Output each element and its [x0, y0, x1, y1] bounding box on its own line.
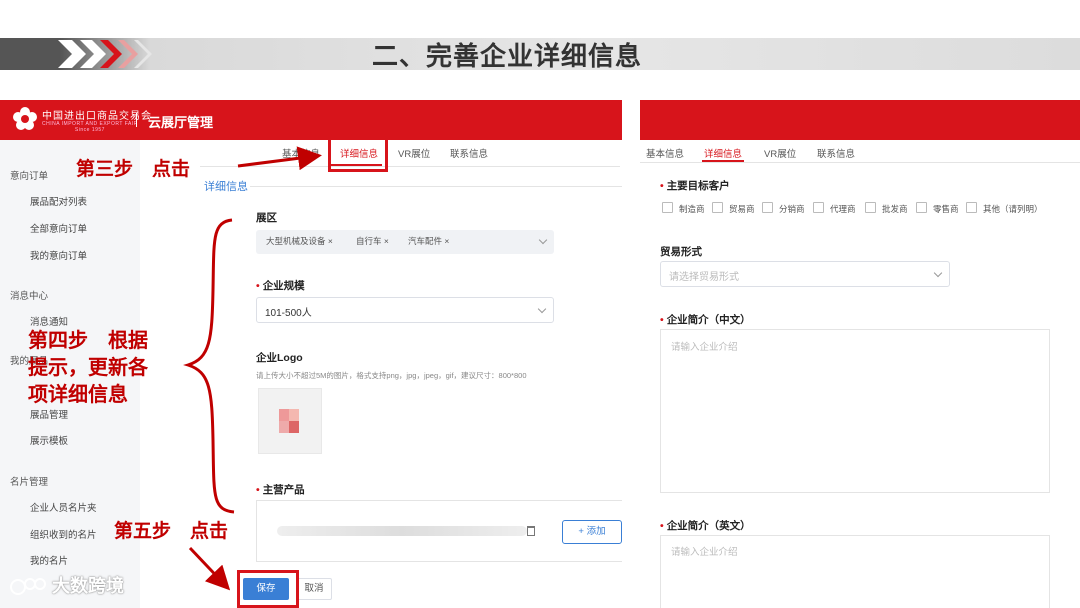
tab-basic-info[interactable]: 基本信息 — [646, 146, 684, 160]
checkbox-agent[interactable]: 代理商 — [813, 202, 856, 215]
logo-subtext: CHINA IMPORT AND EXPORT FAIR Since 1957 — [42, 121, 138, 133]
trade-form-select[interactable]: 请选择贸易形式 — [660, 261, 950, 287]
sidebar-item-my-card[interactable]: 我的名片 — [30, 553, 68, 567]
chevron-down-icon[interactable] — [537, 304, 547, 314]
section-title: 详细信息 — [204, 181, 248, 193]
chip-bicycle[interactable]: 自行车 × — [356, 235, 389, 247]
trash-icon[interactable] — [527, 526, 535, 536]
intro-cn-placeholder: 请输入企业介绍 — [671, 342, 738, 353]
active-tab-indicator — [702, 160, 744, 162]
label-text: 企业简介（英文） — [666, 520, 751, 532]
label-text: 主营产品 — [262, 484, 305, 496]
label-text: 企业简介（中文） — [666, 314, 751, 326]
app-title: 云展厅管理 — [148, 115, 214, 130]
exhibit-area-select[interactable]: 大型机械及设备 × 自行车 × 汽车配件 × — [256, 230, 554, 254]
sidebar-item-notifications[interactable]: 消息通知 — [30, 314, 68, 328]
sidebar-item-received-cards[interactable]: 组织收到的名片 — [30, 527, 97, 541]
slide-title: 二、完善企业详细信息 — [372, 42, 643, 72]
checkbox-wholesaler[interactable]: 批发商 — [865, 202, 908, 215]
exhibit-area-label: 展区 — [256, 212, 277, 224]
highlight-save-button — [237, 570, 299, 608]
checkbox-trader[interactable]: 贸易商 — [712, 202, 755, 215]
sidebar-item-templates[interactable]: 展示模板 — [30, 433, 68, 447]
tab-divider — [640, 162, 1080, 163]
main-product-box: + 添加 — [256, 500, 622, 562]
checkbox-distributor[interactable]: 分销商 — [762, 202, 805, 215]
cancel-button[interactable]: 取消 — [296, 578, 332, 600]
annotation-step5: 第五步 点击 — [114, 520, 229, 542]
tab-basic-info[interactable]: 基本信息 — [282, 146, 320, 160]
chip-auto-parts[interactable]: 汽车配件 × — [408, 235, 449, 247]
trade-form-placeholder: 请选择贸易形式 — [669, 272, 739, 283]
logo-upload-hint: 请上传大小不超过5M的图片，格式支持png，jpg，jpeg，gif，建议尺寸：… — [256, 371, 527, 380]
top-bar — [640, 100, 1080, 140]
sidebar-group-messages[interactable]: 消息中心 — [10, 288, 48, 302]
company-scale-select[interactable]: 101-500人 — [256, 297, 554, 323]
tab-vr-booth[interactable]: VR展位 — [398, 146, 430, 160]
blurred-product-text — [277, 526, 527, 536]
trade-form-label: 贸易形式 — [660, 246, 702, 258]
checkbox-retailer[interactable]: 零售商 — [916, 202, 959, 215]
company-logo-label: 企业Logo — [256, 352, 303, 364]
company-scale-value: 101-500人 — [265, 308, 312, 319]
add-product-button[interactable]: + 添加 — [562, 520, 622, 544]
tab-detail-info[interactable]: 详细信息 — [704, 146, 742, 160]
sidebar-item-exhibit-management[interactable]: 展品管理 — [30, 407, 68, 421]
tab-vr-booth[interactable]: VR展位 — [764, 146, 796, 160]
tab-divider — [200, 166, 620, 167]
company-scale-label: • 企业规模 — [256, 280, 305, 292]
annotation-step3: 第三步 点击 — [76, 158, 191, 180]
chevron-decoration-icon — [58, 40, 152, 68]
intro-cn-textarea[interactable]: 请输入企业介绍 — [660, 329, 1050, 493]
annotation-step4-line1: 第四步 根据 — [28, 328, 148, 352]
sidebar-item-matching[interactable]: 展品配对列表 — [30, 194, 87, 208]
section-divider — [250, 186, 622, 187]
target-customers-label: • 主要目标客户 — [660, 180, 730, 192]
annotation-step4: 第四步 根据 提示，更新各 项详细信息 — [28, 327, 148, 408]
chevron-down-icon[interactable] — [933, 268, 943, 278]
sidebar-group-orders[interactable]: 意向订单 — [10, 168, 48, 182]
label-text: 企业规模 — [262, 280, 305, 292]
divider — [136, 113, 137, 127]
watermark-logo-icon — [10, 578, 46, 595]
checkbox-other[interactable]: 其他（请列明） — [966, 202, 1043, 215]
chip-label: 大型机械及设备 — [266, 236, 326, 246]
logo-upload-area[interactable] — [258, 388, 322, 454]
top-bar: 中国进出口商品交易会 CHINA IMPORT AND EXPORT FAIR … — [0, 100, 622, 140]
logo-since: Since 1957 — [74, 127, 105, 133]
sidebar-item-staff-cards[interactable]: 企业人员名片夹 — [30, 500, 97, 514]
sidebar-item-all-orders[interactable]: 全部意向订单 — [30, 221, 87, 235]
tab-contact-info[interactable]: 联系信息 — [450, 146, 488, 160]
main-product-label: • 主营产品 — [256, 484, 305, 496]
chevron-down-icon[interactable] — [538, 235, 548, 245]
intro-en-textarea[interactable]: 请输入企业介绍 — [660, 535, 1050, 608]
right-screenshot: 基本信息 详细信息 VR展位 联系信息 • 主要目标客户 制造商 贸易商 分销商 … — [640, 100, 1080, 608]
sidebar-item-my-orders[interactable]: 我的意向订单 — [30, 248, 87, 262]
annotation-step4-line3: 项详细信息 — [28, 382, 128, 406]
intro-en-label: • 企业简介（英文） — [660, 520, 751, 532]
canton-fair-logo-icon — [13, 107, 37, 130]
intro-cn-label: • 企业简介（中文） — [660, 314, 751, 326]
label-text: 主要目标客户 — [666, 180, 730, 192]
chip-label: 汽车配件 — [408, 236, 443, 246]
annotation-step4-line2: 提示，更新各 — [28, 355, 148, 379]
intro-en-placeholder: 请输入企业介绍 — [671, 547, 738, 558]
tab-contact-info[interactable]: 联系信息 — [817, 146, 855, 160]
checkbox-manufacturer[interactable]: 制造商 — [662, 202, 705, 215]
slide-page: 二、完善企业详细信息 中国进出口商品交易会 CHINA IMPORT AND E… — [0, 0, 1080, 608]
highlight-detail-tab — [328, 134, 388, 172]
uploaded-logo-image — [279, 409, 299, 433]
sidebar-group-cards[interactable]: 名片管理 — [10, 474, 48, 488]
watermark-text: 大数跨境 — [52, 576, 124, 596]
chip-machinery[interactable]: 大型机械及设备 × — [266, 235, 333, 247]
chip-label: 自行车 — [356, 236, 382, 246]
